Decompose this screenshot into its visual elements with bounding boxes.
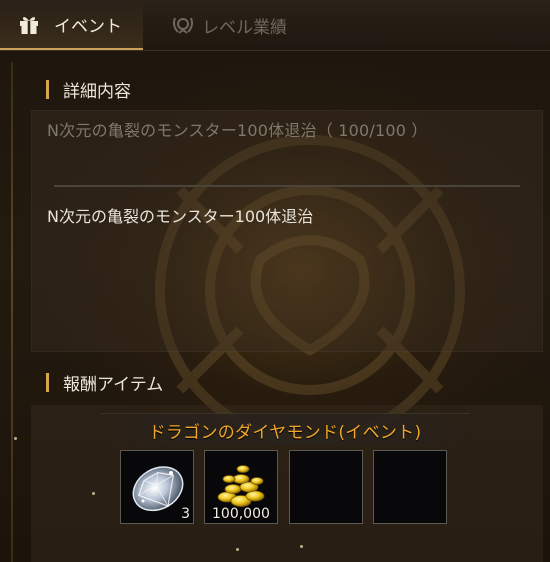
reward-section-header: 報酬アイテム	[46, 370, 163, 395]
reward-slot-empty[interactable]	[289, 450, 363, 524]
tab-level-label: レベル業績	[202, 17, 287, 38]
tab-bar: イベント レベル業績	[0, 0, 550, 50]
sparkle	[92, 492, 95, 495]
event-window: { "tabs": [ {"id": "event", "label": "イベ…	[0, 0, 550, 562]
detail-section-title: 詳細内容	[63, 82, 131, 102]
tab-event-label: イベント	[54, 16, 122, 37]
section-accent-bar	[46, 373, 49, 392]
mission-progress: N次元の亀裂のモンスター100体退治（ 100/100 ）	[47, 121, 428, 140]
reward-slot-empty[interactable]	[373, 450, 447, 524]
sparkle	[236, 548, 239, 551]
reward-item-name: ドラゴンのダイヤモンド(イベント)	[148, 422, 422, 443]
reward-slot-gold[interactable]: 100,000	[204, 450, 278, 524]
detail-panel	[31, 110, 543, 352]
slot-quantity: 3	[181, 506, 190, 522]
gift-icon	[18, 13, 40, 35]
detail-divider	[54, 185, 520, 187]
left-frame-rail	[11, 62, 13, 562]
reward-item-name-banner: ドラゴンのダイヤモンド(イベント)	[100, 413, 470, 446]
sparkle	[300, 545, 303, 548]
tab-event[interactable]: イベント	[0, 0, 143, 50]
section-accent-bar	[46, 80, 49, 99]
sparkle	[14, 437, 17, 440]
reward-slot-diamond[interactable]: 3	[120, 450, 194, 524]
detail-section-header: 詳細内容	[46, 77, 131, 102]
slot-quantity: 100,000	[212, 506, 270, 522]
laurel-emblem-icon	[170, 14, 193, 36]
tab-divider	[0, 50, 550, 51]
tab-level-achievement[interactable]: レベル業績	[170, 0, 370, 50]
reward-section-title: 報酬アイテム	[63, 375, 164, 395]
mission-description: N次元の亀裂のモンスター100体退治	[47, 207, 314, 226]
